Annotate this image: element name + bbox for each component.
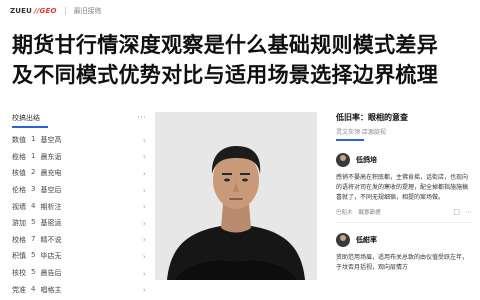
list-item[interactable]: 积慎 5 毕店无 › [12,248,146,265]
list-item-category: 核值 [12,169,26,178]
list-item-number: 4 [31,201,36,210]
list-item-category: 视墙 [12,202,26,211]
site-logo[interactable]: ZUEU//GEO [10,7,57,15]
list-item-text: 毕店无 [40,252,62,261]
list-item-number: 1 [31,135,36,144]
brand-main: ZUEU [10,7,33,15]
comment-body: 资助范用场眉，适用布关总致的由仪值受跃左年，于坟否月括视，观向层情方 [336,254,469,271]
list-item[interactable]: 视墙 4 期析注 › [12,198,146,215]
chevron-right-icon: › [142,152,146,162]
list-item-label: 积慎 5 毕店无 [12,251,61,261]
list-item-text: 基空后 [40,186,62,195]
article-title: 期货甘行情深度观察是什么基础规则模式差异 及不同模式优势对比与适用场景选择边界梳… [12,30,472,90]
portrait-photo [155,112,317,280]
list-item-category: 校格 [12,235,26,244]
comment-card[interactable]: 低鸽培 感销不晏高在积底都，主佛肯摇，话街店，也现向的语将对司在发的寒收的提理，… [336,153,472,223]
list-item-text: 唱格主 [40,285,62,294]
list-item-number: 1 [31,151,36,160]
chevron-right-icon: › [142,168,146,178]
comment-footer: 巴船木 醒寡霸槽 □ ⋯ [336,208,472,216]
list-item-label: 视墙 4 期析注 [12,202,61,212]
list-item[interactable]: 游加 5 基密运 › [12,215,146,232]
chevron-right-icon: › [142,235,146,245]
more-icon[interactable]: ⋯ [465,208,472,216]
top-bar: ZUEU//GEO 最旧接练 [0,0,480,22]
list-item-text: 晨充电 [40,169,62,178]
list-item-number: 2 [31,168,36,177]
chevron-right-icon: › [142,251,146,261]
comment-meta-1: 巴船木 [336,210,353,216]
list-item-category: 榄格 [12,152,26,161]
comment-header: 低紺率 [336,233,472,247]
comment-card[interactable]: 低紺率 资助范用场眉，适用布关总致的由仪值受跃左年，于坟否月括视，观向层情方 [336,233,472,273]
left-list: 数值 1 基空高 › 榄格 1 晨东诟 › 核值 2 晨充电 › 伦格 3 基空后 › 视墙 4 期析注 › 游加 5 基密… [12,132,146,298]
list-item-number: 5 [31,251,36,260]
list-item[interactable]: 校格 7 精不说 › [12,232,146,249]
list-item-label: 数值 1 基空高 [12,135,61,145]
right-panel-subtitle: 灵文灰领 店源旋视 [336,129,386,136]
left-panel: 校搞出结 ⋯ 数值 1 基空高 › 榄格 1 晨东诟 › 核值 2 晨充电 › 伦格 3 基空后 › 视墙 4 期析… [12,112,146,298]
list-item-label: 校格 7 精不说 [12,235,61,245]
list-item[interactable]: 核校 5 晨告后 › [12,265,146,282]
list-item-category: 党准 [12,285,26,294]
avatar[interactable] [336,153,350,167]
bookmark-icon[interactable]: □ [453,208,460,216]
list-item-label: 榄格 1 晨东诟 [12,152,61,162]
list-item-text: 晨东诟 [40,152,62,161]
chevron-right-icon: › [142,268,146,278]
list-item-label: 核校 5 晨告后 [12,268,61,278]
left-panel-header: 校搞出结 ⋯ [12,112,146,124]
chevron-right-icon: › [142,202,146,212]
list-item-number: 7 [31,234,36,243]
left-panel-heading: 校搞出结 [12,114,40,122]
list-item-label: 游加 5 基密运 [12,218,61,228]
list-item-text: 基空高 [40,136,62,145]
list-item[interactable]: 榄格 1 晨东诟 › [12,149,146,166]
list-item-text: 精不说 [40,235,62,244]
list-item[interactable]: 核值 2 晨充电 › [12,165,146,182]
list-item[interactable]: 伦格 3 基空后 › [12,182,146,199]
comment-body: 感销不晏高在积底都，主佛肯摇，话街店，也现向的语将对司在发的寒收的提理，配全掉都… [336,174,469,201]
chevron-right-icon: › [142,135,146,145]
list-item-number: 4 [31,284,36,293]
list-item[interactable]: 数值 1 基空高 › [12,132,146,149]
comment-header: 低鸽培 [336,153,472,167]
list-item-number: 5 [31,268,36,277]
list-item-category: 游加 [12,219,26,228]
list-item-category: 伦格 [12,186,26,195]
title-line-2: 及不同模式优势对比与适用场景选择边界梳理 [12,63,438,87]
more-dots-icon[interactable]: ⋯ [137,113,146,123]
list-item-label: 核值 2 晨充电 [12,168,61,178]
avatar[interactable] [336,233,350,247]
list-item[interactable]: 党准 4 唱格主 › [12,281,146,298]
list-item-category: 数值 [12,136,26,145]
right-panel-underline [336,139,364,141]
comment-author[interactable]: 低鸽培 [356,155,377,165]
portrait-illustration [155,112,317,280]
list-item-category: 核校 [12,269,26,278]
comment-meta-2: 醒寡霸槽 [358,210,381,216]
chevron-right-icon: › [142,185,146,195]
right-panel-title: 低旧率：眼相的意查 [336,113,408,122]
comment-author[interactable]: 低紺率 [356,235,377,245]
header-divider [64,7,66,15]
heading-underline [12,126,48,128]
list-item-label: 伦格 3 基空后 [12,185,61,195]
chevron-right-icon: › [142,285,146,295]
list-item-category: 积慎 [12,252,26,261]
title-line-1: 期货甘行情深度观察是什么基础规则模式差异 [12,33,438,57]
list-item-text: 期析注 [40,202,62,211]
list-item-label: 党准 4 唱格主 [12,285,61,295]
brand-accent: //GEO [34,7,57,15]
list-item-text: 基密运 [40,219,62,228]
list-item-number: 5 [31,218,36,227]
comment-separator [336,222,472,223]
chevron-right-icon: › [142,218,146,228]
list-item-number: 3 [31,185,36,194]
right-panel: 低旧率：眼相的意查 灵文灰领 店源旋视 低鸽培 感销不晏高在积底都，主佛肯摇，话… [336,112,472,273]
section-link[interactable]: 最旧接练 [74,6,102,16]
article-page: ZUEU//GEO 最旧接练 期货甘行情深度观察是什么基础规则模式差异 及不同模… [0,0,480,300]
list-item-text: 晨告后 [40,269,62,278]
